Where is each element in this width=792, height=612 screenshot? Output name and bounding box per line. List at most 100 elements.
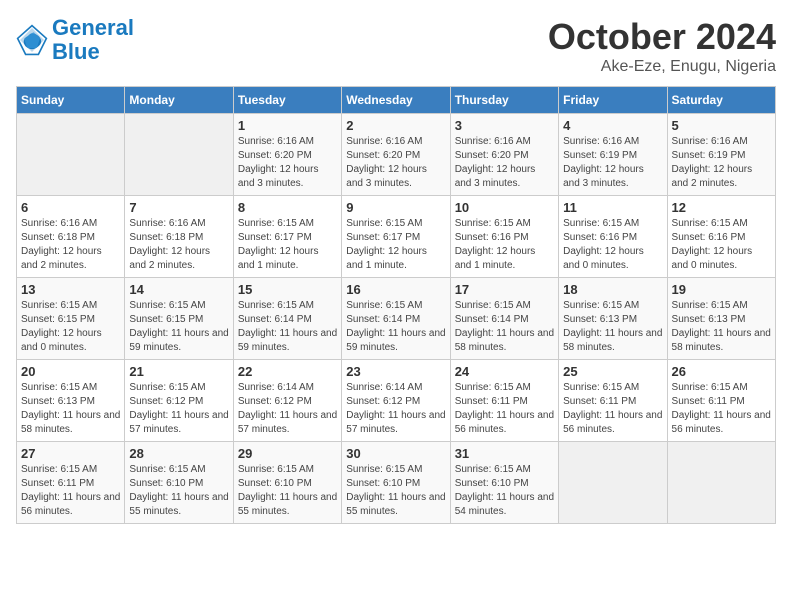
calendar-cell: 25 Sunrise: 6:15 AM Sunset: 6:11 PM Dayli…: [559, 360, 667, 442]
calendar-cell: 16 Sunrise: 6:15 AM Sunset: 6:14 PM Dayli…: [342, 278, 450, 360]
day-info: Sunrise: 6:15 AM Sunset: 6:13 PM Dayligh…: [21, 381, 120, 437]
calendar-cell: 4 Sunrise: 6:16 AM Sunset: 6:19 PM Daylig…: [559, 114, 667, 196]
calendar-cell: 14 Sunrise: 6:15 AM Sunset: 6:15 PM Dayli…: [125, 278, 233, 360]
weekday-header-monday: Monday: [125, 87, 233, 114]
day-number: 15: [238, 282, 337, 297]
day-info: Sunrise: 6:16 AM Sunset: 6:19 PM Dayligh…: [672, 135, 771, 191]
day-number: 5: [672, 118, 771, 133]
day-number: 12: [672, 200, 771, 215]
day-info: Sunrise: 6:16 AM Sunset: 6:18 PM Dayligh…: [21, 217, 120, 273]
calendar-table: SundayMondayTuesdayWednesdayThursdayFrid…: [16, 86, 776, 524]
logo-text: General Blue: [52, 16, 134, 64]
day-info: Sunrise: 6:15 AM Sunset: 6:16 PM Dayligh…: [672, 217, 771, 273]
logo-line2: Blue: [52, 39, 100, 64]
calendar-cell: 15 Sunrise: 6:15 AM Sunset: 6:14 PM Dayli…: [233, 278, 341, 360]
day-info: Sunrise: 6:15 AM Sunset: 6:17 PM Dayligh…: [346, 217, 445, 273]
day-info: Sunrise: 6:16 AM Sunset: 6:20 PM Dayligh…: [455, 135, 554, 191]
day-info: Sunrise: 6:15 AM Sunset: 6:16 PM Dayligh…: [563, 217, 662, 273]
calendar-cell: 18Sunrise: 6:15 AM Sunset: 6:13 PM Dayli…: [559, 278, 667, 360]
day-info: Sunrise: 6:15 AM Sunset: 6:11 PM Dayligh…: [455, 381, 554, 437]
day-info: Sunrise: 6:15 AM Sunset: 6:15 PM Dayligh…: [129, 299, 228, 355]
day-info: Sunrise: 6:15 AM Sunset: 6:10 PM Dayligh…: [238, 463, 337, 519]
day-info: Sunrise: 6:15 AM Sunset: 6:10 PM Dayligh…: [346, 463, 445, 519]
day-number: 23: [346, 364, 445, 379]
day-number: 14: [129, 282, 228, 297]
calendar-cell: 2Sunrise: 6:16 AM Sunset: 6:20 PM Daylig…: [342, 114, 450, 196]
calendar-cell: 19 Sunrise: 6:15 AM Sunset: 6:13 PM Dayli…: [667, 278, 775, 360]
day-info: Sunrise: 6:15 AM Sunset: 6:13 PM Dayligh…: [672, 299, 771, 355]
calendar-cell: 6 Sunrise: 6:16 AM Sunset: 6:18 PM Daylig…: [17, 196, 125, 278]
weekday-header-wednesday: Wednesday: [342, 87, 450, 114]
calendar-cell: 22Sunrise: 6:14 AM Sunset: 6:12 PM Dayli…: [233, 360, 341, 442]
calendar-cell: 24 Sunrise: 6:15 AM Sunset: 6:11 PM Dayli…: [450, 360, 558, 442]
calendar-cell: 30 Sunrise: 6:15 AM Sunset: 6:10 PM Dayli…: [342, 442, 450, 524]
day-number: 6: [21, 200, 120, 215]
calendar-cell: 13 Sunrise: 6:15 AM Sunset: 6:15 PM Dayli…: [17, 278, 125, 360]
calendar-cell: 7Sunrise: 6:16 AM Sunset: 6:18 PM Daylig…: [125, 196, 233, 278]
day-number: 25: [563, 364, 662, 379]
day-info: Sunrise: 6:15 AM Sunset: 6:14 PM Dayligh…: [346, 299, 445, 355]
calendar-week-row: 6 Sunrise: 6:16 AM Sunset: 6:18 PM Daylig…: [17, 196, 776, 278]
day-info: Sunrise: 6:15 AM Sunset: 6:11 PM Dayligh…: [563, 381, 662, 437]
day-info: Sunrise: 6:16 AM Sunset: 6:19 PM Dayligh…: [563, 135, 662, 191]
day-info: Sunrise: 6:15 AM Sunset: 6:13 PM Dayligh…: [563, 299, 662, 355]
calendar-week-row: 27 Sunrise: 6:15 AM Sunset: 6:11 PM Dayli…: [17, 442, 776, 524]
calendar-cell: 28Sunrise: 6:15 AM Sunset: 6:10 PM Dayli…: [125, 442, 233, 524]
calendar-cell: 21 Sunrise: 6:15 AM Sunset: 6:12 PM Dayli…: [125, 360, 233, 442]
calendar-cell: 3 Sunrise: 6:16 AM Sunset: 6:20 PM Daylig…: [450, 114, 558, 196]
day-number: 30: [346, 446, 445, 461]
weekday-header-tuesday: Tuesday: [233, 87, 341, 114]
calendar-cell: 26 Sunrise: 6:15 AM Sunset: 6:11 PM Dayli…: [667, 360, 775, 442]
day-number: 26: [672, 364, 771, 379]
calendar-cell: 31 Sunrise: 6:15 AM Sunset: 6:10 PM Dayli…: [450, 442, 558, 524]
day-info: Sunrise: 6:15 AM Sunset: 6:10 PM Dayligh…: [455, 463, 554, 519]
day-info: Sunrise: 6:15 AM Sunset: 6:17 PM Dayligh…: [238, 217, 337, 273]
day-number: 1: [238, 118, 337, 133]
day-info: Sunrise: 6:15 AM Sunset: 6:12 PM Dayligh…: [129, 381, 228, 437]
calendar-cell: 10 Sunrise: 6:15 AM Sunset: 6:16 PM Dayli…: [450, 196, 558, 278]
day-info: Sunrise: 6:14 AM Sunset: 6:12 PM Dayligh…: [346, 381, 445, 437]
day-info: Sunrise: 6:15 AM Sunset: 6:11 PM Dayligh…: [21, 463, 120, 519]
day-number: 16: [346, 282, 445, 297]
logo-line1: General: [52, 15, 134, 40]
day-number: 31: [455, 446, 554, 461]
day-number: 24: [455, 364, 554, 379]
location: Ake-Eze, Enugu, Nigeria: [548, 58, 776, 76]
logo-icon: [16, 24, 48, 56]
calendar-cell: 20 Sunrise: 6:15 AM Sunset: 6:13 PM Dayli…: [17, 360, 125, 442]
day-info: Sunrise: 6:15 AM Sunset: 6:14 PM Dayligh…: [238, 299, 337, 355]
day-number: 22: [238, 364, 337, 379]
title-block: October 2024 Ake-Eze, Enugu, Nigeria: [548, 16, 776, 76]
calendar-cell: 23 Sunrise: 6:14 AM Sunset: 6:12 PM Dayli…: [342, 360, 450, 442]
day-number: 4: [563, 118, 662, 133]
calendar-week-row: 20 Sunrise: 6:15 AM Sunset: 6:13 PM Dayli…: [17, 360, 776, 442]
day-number: 21: [129, 364, 228, 379]
day-info: Sunrise: 6:15 AM Sunset: 6:15 PM Dayligh…: [21, 299, 120, 355]
logo: General Blue: [16, 16, 134, 64]
day-number: 9: [346, 200, 445, 215]
calendar-week-row: 1 Sunrise: 6:16 AM Sunset: 6:20 PM Daylig…: [17, 114, 776, 196]
day-number: 7: [129, 200, 228, 215]
day-number: 27: [21, 446, 120, 461]
day-number: 29: [238, 446, 337, 461]
day-number: 3: [455, 118, 554, 133]
day-number: 11: [563, 200, 662, 215]
day-info: Sunrise: 6:15 AM Sunset: 6:11 PM Dayligh…: [672, 381, 771, 437]
calendar-cell: [17, 114, 125, 196]
day-number: 19: [672, 282, 771, 297]
month-title: October 2024: [548, 16, 776, 58]
calendar-cell: [559, 442, 667, 524]
weekday-header-friday: Friday: [559, 87, 667, 114]
calendar-week-row: 13 Sunrise: 6:15 AM Sunset: 6:15 PM Dayli…: [17, 278, 776, 360]
page-header: General Blue October 2024 Ake-Eze, Enugu…: [16, 16, 776, 76]
day-number: 13: [21, 282, 120, 297]
day-number: 10: [455, 200, 554, 215]
weekday-header-thursday: Thursday: [450, 87, 558, 114]
calendar-cell: [125, 114, 233, 196]
calendar-cell: 29 Sunrise: 6:15 AM Sunset: 6:10 PM Dayli…: [233, 442, 341, 524]
day-info: Sunrise: 6:15 AM Sunset: 6:16 PM Dayligh…: [455, 217, 554, 273]
calendar-cell: 9 Sunrise: 6:15 AM Sunset: 6:17 PM Daylig…: [342, 196, 450, 278]
day-number: 2: [346, 118, 445, 133]
day-info: Sunrise: 6:15 AM Sunset: 6:10 PM Dayligh…: [129, 463, 228, 519]
day-number: 20: [21, 364, 120, 379]
